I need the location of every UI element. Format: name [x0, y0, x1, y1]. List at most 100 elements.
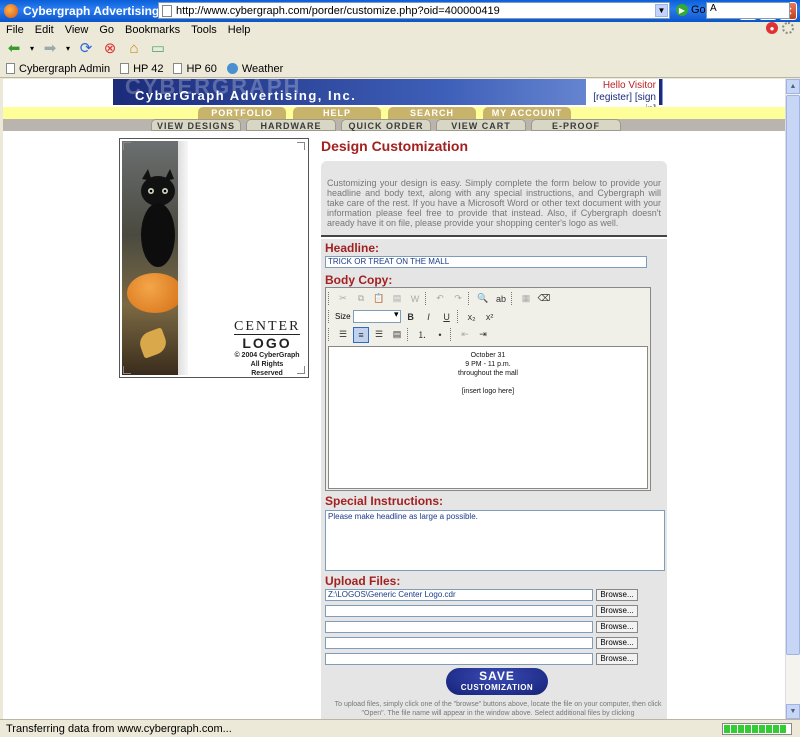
copy-icon[interactable]: ⧉: [353, 291, 369, 307]
stop-icon[interactable]: ●: [766, 22, 778, 34]
reload-icon[interactable]: ⟳: [76, 39, 96, 57]
upload-file-input-1[interactable]: Z:\LOGOS\Generic Center Logo.cdr: [325, 589, 593, 601]
bookmark-label: Weather: [241, 62, 284, 75]
underline-icon[interactable]: U: [439, 309, 455, 325]
italic-icon[interactable]: I: [421, 309, 437, 325]
center-logo: CENTER LOGO © 2004 CyberGraph All Rights…: [234, 319, 300, 378]
bold-icon[interactable]: B: [403, 309, 419, 325]
menu-tools[interactable]: Tools: [191, 24, 217, 36]
toolbar-grip: [328, 328, 331, 341]
page-icon: [6, 63, 15, 74]
superscript-icon[interactable]: x²: [482, 309, 498, 325]
nav-portfolio[interactable]: PORTFOLIO: [198, 107, 286, 119]
subscript-icon[interactable]: x₂: [464, 309, 480, 325]
forward-icon[interactable]: ➡: [40, 39, 60, 57]
indent-icon[interactable]: ⇥: [475, 327, 491, 343]
align-center-icon[interactable]: ≡: [353, 326, 369, 343]
toolbar-separator: [468, 292, 471, 305]
browse-button-5[interactable]: Browse...: [596, 653, 638, 665]
site-brand[interactable]: CyberGraph Advertising, Inc.: [135, 88, 356, 103]
browse-button-2[interactable]: Browse...: [596, 605, 638, 617]
align-right-icon[interactable]: ☰: [371, 327, 387, 343]
menu-bar: File Edit View Go Bookmarks Tools Help ●: [0, 22, 800, 37]
design-preview: CENTER LOGO © 2004 CyberGraph All Rights…: [119, 138, 309, 378]
body-line: throughout the mall: [458, 370, 518, 377]
go-button[interactable]: ▶ Go: [676, 4, 706, 16]
bookmark-label: Cybergraph Admin: [19, 62, 111, 75]
scroll-thumb[interactable]: [786, 95, 800, 655]
go-label: Go: [691, 4, 706, 16]
menu-go[interactable]: Go: [99, 24, 114, 36]
upload-file-input-4[interactable]: [325, 637, 593, 649]
preview-rights: All Rights Reserved: [250, 361, 284, 377]
crop-mark: [123, 366, 131, 374]
home-icon[interactable]: ⌂: [124, 39, 144, 57]
loading-progress: [722, 723, 792, 735]
bookmark-weather[interactable]: Weather: [226, 62, 284, 75]
address-dropdown-icon[interactable]: ▼: [655, 4, 668, 17]
bullet-list-icon[interactable]: •: [432, 327, 448, 343]
font-size-select[interactable]: [352, 309, 401, 323]
scroll-down-icon[interactable]: ▼: [786, 704, 800, 719]
menu-bookmarks[interactable]: Bookmarks: [125, 24, 180, 36]
justify-icon[interactable]: ▤: [389, 327, 405, 343]
crop-mark: [123, 142, 131, 150]
eraser-icon[interactable]: ⌫: [536, 291, 552, 307]
save-sublabel: CUSTOMIZATION: [460, 683, 534, 692]
cut-icon[interactable]: ✂: [335, 291, 351, 307]
nav-e-proof[interactable]: E-PROOF: [531, 119, 621, 131]
bookmark-hp42[interactable]: HP 42: [120, 63, 163, 75]
paste-word-icon[interactable]: W: [407, 291, 423, 307]
nav-hardware[interactable]: HARDWARE: [246, 119, 336, 131]
status-bar: Transferring data from www.cybergraph.co…: [0, 719, 800, 737]
preview-copyright: © 2004 CyberGraph: [234, 352, 300, 359]
search-field[interactable]: A: [706, 2, 790, 19]
nav-view-cart[interactable]: VIEW CART: [436, 119, 526, 131]
outdent-icon[interactable]: ⇤: [457, 327, 473, 343]
browse-button-3[interactable]: Browse...: [596, 621, 638, 633]
nav-my-account[interactable]: MY ACCOUNT: [483, 107, 571, 119]
browse-button-4[interactable]: Browse...: [596, 637, 638, 649]
menu-help[interactable]: Help: [228, 24, 251, 36]
align-left-icon[interactable]: ☰: [335, 327, 351, 343]
menu-edit[interactable]: Edit: [35, 24, 54, 36]
body-copy-editor[interactable]: October 31 9 PM - 11 p.m. throughout the…: [328, 346, 648, 489]
bookmark-cybergraph-admin[interactable]: Cybergraph Admin: [6, 63, 110, 75]
nav-help[interactable]: HELP: [293, 107, 381, 119]
redo-icon[interactable]: ↷: [450, 291, 466, 307]
upload-file-input-2[interactable]: [325, 605, 593, 617]
status-text: Transferring data from www.cybergraph.co…: [6, 722, 232, 735]
undo-icon[interactable]: ↶: [432, 291, 448, 307]
upload-file-input-5[interactable]: [325, 653, 593, 665]
back-dropdown-icon[interactable]: ▾: [28, 39, 36, 57]
save-customization-button[interactable]: SAVE CUSTOMIZATION: [446, 668, 548, 695]
menu-file[interactable]: File: [6, 24, 24, 36]
headline-input[interactable]: TRICK OR TREAT ON THE MALL: [325, 256, 647, 268]
address-bar[interactable]: http://www.cybergraph.com/porder/customi…: [158, 2, 670, 19]
paste-icon[interactable]: 📋: [371, 291, 387, 307]
find-icon[interactable]: 🔍: [475, 291, 491, 307]
numbered-list-icon[interactable]: ⒈: [414, 327, 430, 343]
toolbar-separator: [407, 328, 410, 341]
stop-load-icon[interactable]: ⊗: [100, 39, 120, 57]
table-icon[interactable]: ▦: [518, 291, 534, 307]
nav-view-designs[interactable]: VIEW DESIGNS: [151, 119, 241, 131]
back-icon[interactable]: ⬅: [4, 39, 24, 57]
special-instructions-textarea[interactable]: Please make headline as large a possible…: [325, 510, 665, 571]
bookmark-hp60[interactable]: HP 60: [173, 63, 217, 75]
nav-search[interactable]: SEARCH: [388, 107, 476, 119]
browse-button-1[interactable]: Browse...: [596, 589, 638, 601]
replace-icon[interactable]: ab: [493, 291, 509, 307]
menu-view[interactable]: View: [65, 24, 89, 36]
pumpkin-image: [127, 273, 183, 313]
register-link[interactable]: [register]: [593, 92, 632, 103]
navigation-toolbar: ⬅ ▾ ➡ ▾ ⟳ ⊗ ⌂ ▭: [0, 37, 800, 59]
scroll-up-icon[interactable]: ▲: [786, 79, 800, 94]
forward-dropdown-icon[interactable]: ▾: [64, 39, 72, 57]
upload-file-input-3[interactable]: [325, 621, 593, 633]
editor-toolbar-row-1: ✂ ⧉ 📋 ▤ W ↶ ↷ 🔍 ab ▦ ⌫: [328, 290, 552, 307]
nav-quick-order[interactable]: QUICK ORDER: [341, 119, 431, 131]
new-window-icon[interactable]: ▭: [148, 39, 168, 57]
vertical-scrollbar[interactable]: ▲ ▼: [785, 79, 800, 719]
paste-text-icon[interactable]: ▤: [389, 291, 405, 307]
